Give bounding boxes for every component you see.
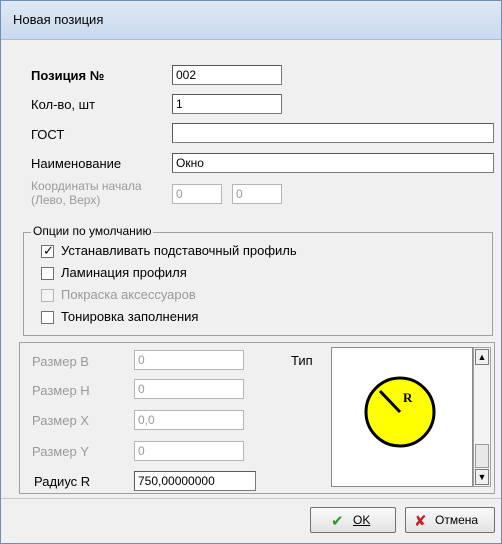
- size-x-label: Размер X: [32, 413, 89, 428]
- cancel-button-label: Отмена: [435, 513, 479, 527]
- shape-preview[interactable]: R: [331, 347, 473, 487]
- size-y-input[interactable]: 0: [134, 441, 244, 461]
- checkbox: [41, 289, 54, 302]
- gost-label: ГОСТ: [31, 127, 65, 142]
- qty-input[interactable]: 1: [172, 94, 282, 114]
- scroll-thumb[interactable]: [475, 444, 489, 468]
- round-window-shape: R: [364, 376, 436, 448]
- coord-top-input[interactable]: 0: [232, 184, 282, 204]
- radius-input[interactable]: 750,00000000: [134, 471, 256, 491]
- gost-input[interactable]: [172, 123, 494, 143]
- size-h-input[interactable]: 0: [134, 379, 244, 399]
- size-x-input[interactable]: 0,0: [134, 410, 244, 430]
- position-label: Позиция №: [31, 68, 105, 83]
- name-input[interactable]: Окно: [172, 153, 494, 173]
- position-input[interactable]: 002: [172, 65, 282, 85]
- size-b-input[interactable]: 0: [134, 350, 244, 370]
- option-label: Покраска аксессуаров: [61, 287, 196, 302]
- checkmark-icon: ✓: [43, 243, 54, 258]
- scroll-up-icon[interactable]: ▲: [475, 349, 489, 365]
- checkbox[interactable]: ✓: [41, 243, 54, 258]
- new-position-dialog: Новая позиция Позиция № 002 Кол-во, шт 1…: [0, 0, 502, 544]
- radius-label: Радиус R: [34, 474, 91, 489]
- coord-left-input[interactable]: 0: [172, 184, 222, 204]
- name-label: Наименование: [31, 156, 122, 171]
- ok-button-label: OK: [353, 513, 371, 527]
- option-label: Тонировка заполнения: [61, 309, 199, 324]
- option-label: Ламинация профиля: [61, 265, 187, 280]
- type-label: Тип: [291, 353, 313, 368]
- qty-label: Кол-во, шт: [31, 97, 96, 112]
- cancel-button[interactable]: ✘ Отмена: [405, 507, 495, 533]
- checkbox[interactable]: [41, 267, 54, 280]
- title-bar[interactable]: Новая позиция: [1, 1, 501, 40]
- checkbox[interactable]: [41, 311, 54, 324]
- button-separator: [1, 498, 501, 499]
- radius-symbol: R: [403, 390, 413, 405]
- coords-label-line1: Координаты начала: [31, 179, 142, 193]
- window-title: Новая позиция: [13, 12, 104, 27]
- size-b-label: Размер B: [32, 354, 89, 369]
- cross-icon: ✘: [414, 513, 427, 530]
- size-h-label: Размер H: [32, 383, 90, 398]
- scroll-down-icon[interactable]: ▼: [475, 469, 489, 485]
- ok-button[interactable]: ✔ OK: [310, 507, 396, 533]
- preview-scrollbar[interactable]: ▲ ▼: [473, 347, 491, 487]
- option-label: Устанавливать подставочный профиль: [61, 243, 297, 258]
- dialog-content: Позиция № 002 Кол-во, шт 1 ГОСТ Наименов…: [1, 40, 501, 543]
- coords-label-line2: (Лево, Верх): [31, 193, 101, 207]
- defaults-group-legend: Опции по умолчанию: [31, 224, 154, 238]
- checkmark-icon: ✔: [331, 513, 344, 530]
- size-y-label: Размер Y: [32, 444, 89, 459]
